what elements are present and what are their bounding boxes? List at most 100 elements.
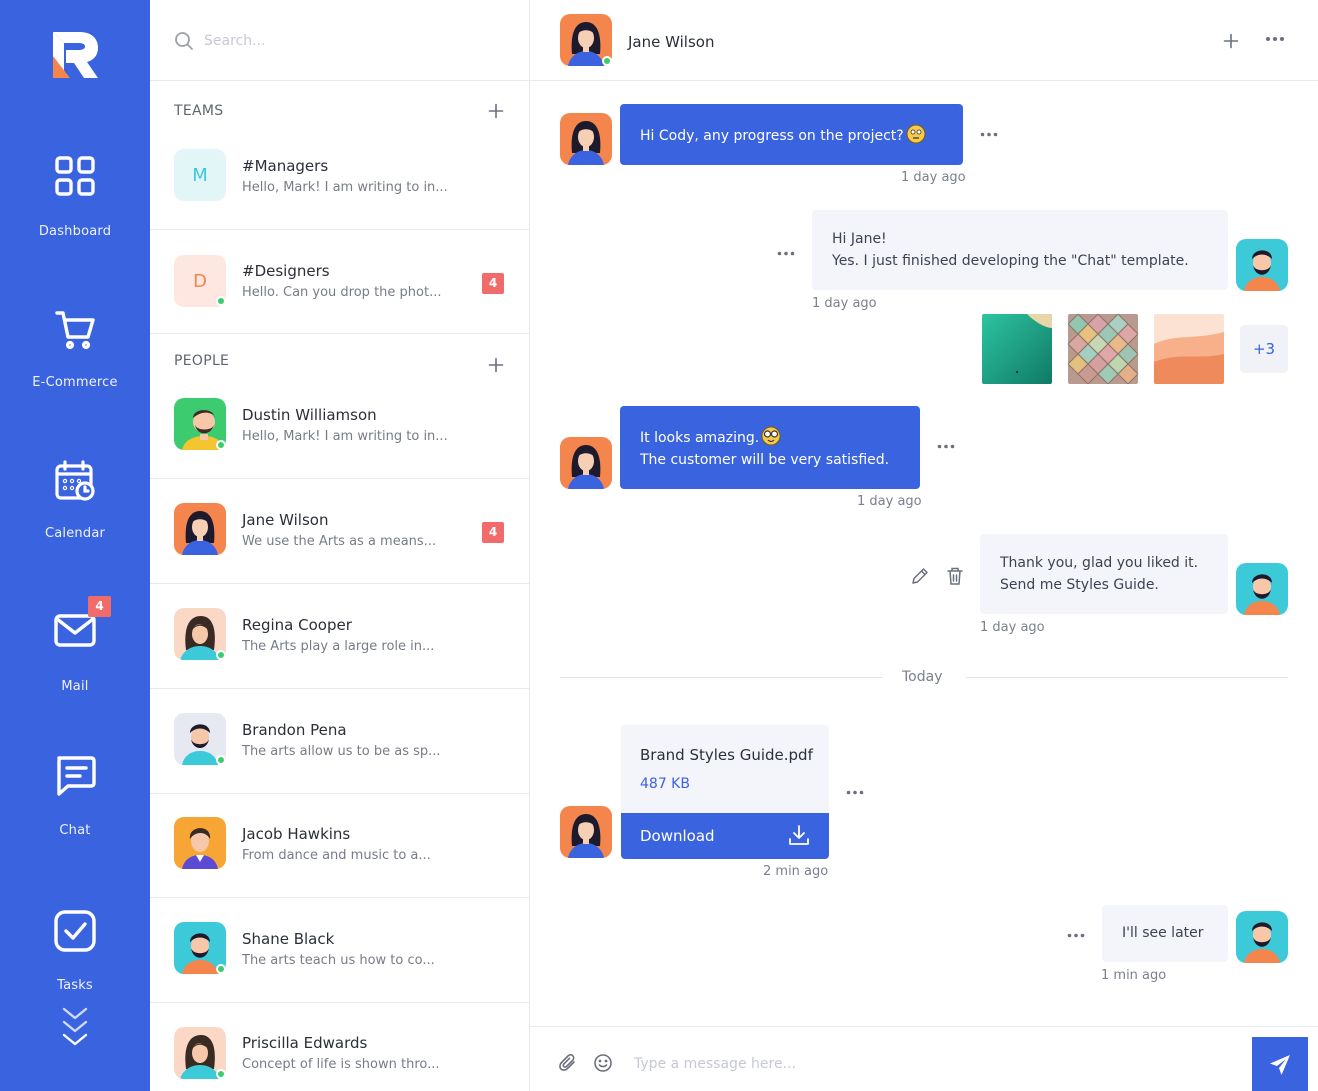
person-row-shane-black[interactable]: Shane Black The arts teach us how to co.… — [150, 898, 529, 1003]
message-text-line: Send me Styles Guide. — [1000, 577, 1159, 593]
unread-badge: 4 — [482, 522, 504, 543]
unread-badge: 4 — [482, 273, 504, 294]
person-preview: The Arts play a large role in... — [242, 639, 435, 654]
nav-label-dashboard: Dashboard — [38, 224, 112, 239]
my-avatar — [1236, 239, 1288, 291]
team-row-designers[interactable]: D #Designers Hello. Can you drop the pho… — [150, 230, 529, 334]
person-preview: From dance and music to a... — [242, 848, 431, 863]
avatar — [174, 817, 226, 869]
dashboard-grid-icon — [55, 156, 95, 196]
send-paper-plane-icon — [1270, 1055, 1290, 1075]
message-bubble: Thank you, glad you liked it. Send me St… — [980, 534, 1228, 614]
nav-item-dashboard[interactable]: Dashboard — [0, 155, 150, 245]
nav-item-ecommerce[interactable]: E-Commerce — [0, 309, 150, 399]
online-status-dot — [216, 650, 226, 660]
more-images-button[interactable]: +3 — [1240, 325, 1288, 373]
message-more-icon[interactable] — [1067, 933, 1085, 938]
message-time: 1 day ago — [812, 296, 877, 311]
person-row-priscilla-edwards[interactable]: Priscilla Edwards Concept of life is sho… — [150, 1003, 529, 1091]
delete-trash-icon[interactable] — [946, 566, 964, 586]
my-avatar — [1236, 563, 1288, 615]
person-name: Jane Wilson — [242, 511, 329, 529]
person-row-regina-cooper[interactable]: Regina Cooper The Arts play a large role… — [150, 584, 529, 689]
online-status-dot — [216, 296, 226, 306]
message-time: 1 day ago — [857, 494, 922, 509]
person-preview: The arts allow us to be as sp... — [242, 744, 441, 759]
nav-item-chat[interactable]: Chat — [0, 755, 150, 845]
nav-item-tasks[interactable]: Tasks — [0, 910, 150, 1000]
jane-avatar — [560, 113, 612, 165]
person-preview: The arts teach us how to co... — [242, 953, 435, 968]
paperclip-icon[interactable] — [558, 1053, 578, 1073]
team-name: #Managers — [242, 157, 329, 175]
add-team-plus-icon[interactable] — [488, 103, 504, 119]
message-more-icon[interactable] — [846, 790, 864, 795]
nav-sidebar: Dashboard E-Commerce Calendar Mail 4 Cha… — [0, 0, 150, 1091]
nav-item-mail[interactable]: Mail 4 — [0, 596, 150, 701]
image-thumbnail-sea[interactable] — [982, 314, 1052, 384]
add-person-plus-icon[interactable] — [488, 357, 504, 373]
file-info: Brand Styles Guide.pdf 487 KB — [621, 725, 829, 813]
team-row-managers[interactable]: M #Managers Hello, Mark! I am writing to… — [150, 126, 529, 230]
person-name: Shane Black — [242, 930, 335, 948]
message-more-icon[interactable] — [980, 132, 998, 137]
message-time: 1 day ago — [901, 170, 966, 185]
team-avatar: M — [174, 149, 226, 201]
person-row-jacob-hawkins[interactable]: Jacob Hawkins From dance and music to a.… — [150, 793, 529, 898]
jane-avatar — [560, 437, 612, 489]
person-name: Jacob Hawkins — [242, 825, 351, 843]
nav-label-mail: Mail — [61, 679, 89, 694]
team-preview: Hello, Mark! I am writing to in... — [242, 180, 448, 195]
online-status-dot — [216, 1069, 226, 1079]
mail-icon — [54, 614, 96, 647]
message-input[interactable] — [634, 1051, 1224, 1077]
image-thumbnail-tiles[interactable] — [1068, 314, 1138, 384]
jane-avatar — [560, 806, 612, 858]
add-plus-icon[interactable] — [1223, 33, 1239, 49]
nav-label-ecommerce: E-Commerce — [32, 375, 118, 390]
message-more-icon[interactable] — [777, 251, 795, 256]
chat-panel: Jane Wilson Hi Cody, any progress on the… — [530, 0, 1318, 1091]
people-title: PEOPLE — [174, 353, 230, 369]
nav-item-calendar[interactable]: Calendar — [0, 460, 150, 550]
chevrons-down-icon[interactable] — [60, 1006, 90, 1050]
message-more-icon[interactable] — [937, 444, 955, 449]
send-button[interactable] — [1252, 1037, 1308, 1091]
person-row-brandon-pena[interactable]: Brandon Pena The arts allow us to be as … — [150, 689, 529, 794]
message-text-line: The customer will be very satisfied. — [640, 452, 890, 468]
person-name: Brandon Pena — [242, 721, 347, 739]
person-name: Priscilla Edwards — [242, 1034, 368, 1052]
person-preview: We use the Arts as a means... — [242, 534, 437, 549]
message-text-line: Thank you, glad you liked it. — [1000, 555, 1199, 571]
download-icon — [789, 825, 809, 845]
person-row-jane-wilson[interactable]: Jane Wilson We use the Arts as a means..… — [150, 479, 529, 584]
contacts-panel: TEAMS M #Managers Hello, Mark! I am writ… — [150, 0, 530, 1091]
image-thumbnail-desert[interactable] — [1154, 314, 1224, 384]
edit-pencil-icon[interactable] — [910, 566, 930, 586]
person-row-dustin-williamson[interactable]: Dustin Williamson Hello, Mark! I am writ… — [150, 374, 529, 479]
nav-label-chat: Chat — [59, 823, 91, 838]
search-input[interactable] — [204, 28, 504, 54]
brand-logo[interactable] — [50, 30, 100, 80]
nav-label-calendar: Calendar — [44, 526, 106, 541]
nerd-emoji-icon — [761, 426, 781, 446]
tasks-check-icon — [54, 910, 96, 952]
date-divider-label: Today — [902, 669, 943, 685]
online-status-dot — [216, 964, 226, 974]
message-bubble: Hi Jane! Yes. I just finished developing… — [812, 210, 1228, 290]
teams-title: TEAMS — [174, 103, 224, 119]
team-avatar-letter: M — [192, 164, 208, 186]
contact-name: Jane Wilson — [628, 33, 715, 51]
person-preview: Hello, Mark! I am writing to in... — [242, 429, 448, 444]
file-attachment-card: Brand Styles Guide.pdf 487 KB Download — [621, 725, 829, 859]
more-options-icon[interactable] — [1265, 36, 1285, 42]
download-button[interactable]: Download — [621, 813, 829, 859]
file-size: 487 KB — [640, 776, 690, 792]
message-text-line: It looks amazing. — [640, 430, 760, 446]
cart-icon — [55, 311, 95, 350]
online-status-dot — [216, 440, 226, 450]
chat-header: Jane Wilson — [530, 0, 1318, 81]
search-bar — [150, 0, 529, 81]
mail-badge: 4 — [88, 596, 111, 617]
emoji-smile-icon[interactable] — [593, 1053, 613, 1073]
